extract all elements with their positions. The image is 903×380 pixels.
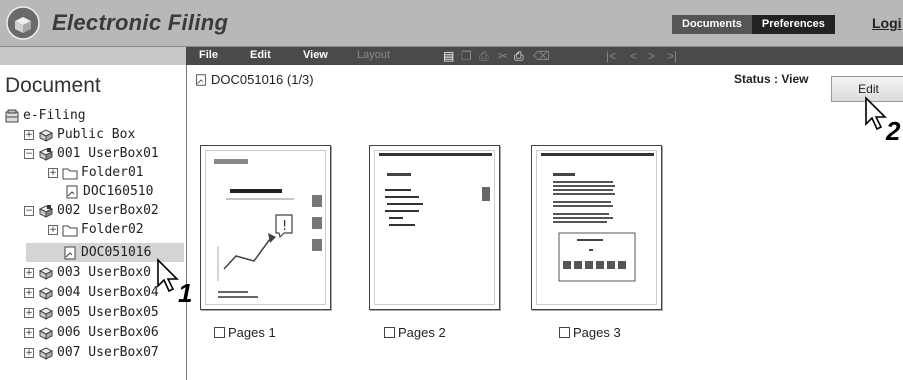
tab-documents[interactable]: Documents <box>672 15 752 34</box>
collapse-icon[interactable]: − <box>24 148 34 159</box>
tree-root-efiling[interactable]: e-Filing <box>4 106 86 125</box>
page-content <box>374 150 495 305</box>
tree-item-userbox02[interactable]: − 002 UserBox02 <box>24 201 159 220</box>
expand-icon[interactable]: + <box>24 129 34 140</box>
menu-file[interactable]: File <box>199 49 218 61</box>
callout-step-1: 1 <box>178 278 193 308</box>
tree-label: DOC051016 <box>81 245 152 260</box>
tree-item-userbox04[interactable]: + 004 UserBox04 <box>24 283 159 302</box>
page-thumbnail-3[interactable] <box>531 145 662 310</box>
sidebar-title: Document <box>5 74 101 97</box>
prev-page-button[interactable]: < <box>630 49 637 63</box>
document-title: DOC051016 (1/3) <box>211 72 314 87</box>
tree-item-folder02[interactable]: + Folder02 <box>48 220 144 239</box>
tree-label: Public Box <box>57 127 136 142</box>
userbox-icon <box>38 147 54 161</box>
page-3-preview <box>541 153 654 282</box>
toolbar: File Edit View Layout ▤ ❐ ⎙ ✂ ⎙ ⌫ |< < >… <box>0 47 903 65</box>
collapse-icon[interactable]: − <box>24 205 34 216</box>
document-icon <box>64 246 76 259</box>
paste-icon[interactable]: ⎙ <box>514 49 524 63</box>
tree-label: Folder02 <box>81 222 144 237</box>
expand-icon[interactable]: + <box>24 267 34 278</box>
page-content <box>536 150 657 305</box>
document-header: DOC051016 (1/3) <box>194 72 314 87</box>
toolbar-spacer <box>0 47 186 65</box>
copy-icon[interactable]: ❐ <box>461 49 472 63</box>
page-label-text: Pages 2 <box>398 325 446 340</box>
tree-label: 005 UserBox05 <box>57 305 159 320</box>
userbox-icon <box>38 266 54 280</box>
svg-text:!: ! <box>282 219 287 234</box>
next-page-button[interactable]: > <box>648 49 655 63</box>
tree-item-doc160510[interactable]: DOC160510 <box>64 182 153 201</box>
tree-label: 004 UserBox04 <box>57 285 159 300</box>
document-icon <box>66 185 78 198</box>
expand-icon[interactable]: + <box>24 347 34 358</box>
expand-icon[interactable]: + <box>24 327 34 338</box>
page-label-2[interactable]: Pages 2 <box>384 325 446 340</box>
page-checkbox[interactable] <box>559 327 570 338</box>
page-thumbnail-2[interactable] <box>369 145 500 310</box>
userbox-icon <box>38 204 54 218</box>
tree-label: 002 UserBox02 <box>57 203 159 218</box>
page-label-text: Pages 1 <box>228 325 276 340</box>
last-page-button[interactable]: >| <box>667 49 677 63</box>
app-title: Electronic Filing <box>52 10 229 35</box>
tree-label: 003 UserBox0 <box>57 265 151 280</box>
folder-icon <box>62 225 78 236</box>
status-text: Status : View <box>734 72 809 86</box>
tree-label: 001 UserBox01 <box>57 146 159 161</box>
tree-item-folder01[interactable]: + Folder01 <box>48 163 144 182</box>
expand-icon[interactable]: + <box>48 167 58 178</box>
header-tabs: Documents Preferences <box>672 15 835 34</box>
app-header: Electronic Filing Documents Preferences … <box>0 0 903 47</box>
tree-label: 006 UserBox06 <box>57 325 159 340</box>
menu-view[interactable]: View <box>303 49 328 61</box>
tree-label: e-Filing <box>23 108 86 123</box>
page-content: ! <box>205 150 326 305</box>
cut-icon[interactable]: ✂ <box>498 49 508 63</box>
sidebar-tree: Document e-Filing + Public Box − 001 Use… <box>0 65 187 380</box>
page-label-3[interactable]: Pages 3 <box>559 325 621 340</box>
document-viewer: DOC051016 (1/3) Status : View Edit ! Pag… <box>188 65 903 380</box>
tree-item-userbox06[interactable]: + 006 UserBox06 <box>24 323 159 342</box>
page-checkbox[interactable] <box>384 327 395 338</box>
tree-label: 007 UserBox07 <box>57 345 159 360</box>
userbox-icon <box>38 346 54 360</box>
page-label-text: Pages 3 <box>573 325 621 340</box>
tree-item-userbox05[interactable]: + 005 UserBox05 <box>24 303 159 322</box>
box-icon <box>38 128 54 142</box>
first-page-button[interactable]: |< <box>606 49 616 63</box>
document-icon <box>196 73 206 86</box>
tree-item-public-box[interactable]: + Public Box <box>24 125 135 144</box>
expand-icon[interactable]: + <box>48 224 58 235</box>
filing-box-logo-icon <box>6 6 40 40</box>
page-checkbox[interactable] <box>214 327 225 338</box>
userbox-icon <box>38 286 54 300</box>
userbox-icon <box>38 326 54 340</box>
tree-item-userbox07[interactable]: + 007 UserBox07 <box>24 343 159 362</box>
tree-item-userbox03[interactable]: + 003 UserBox0 <box>24 263 151 282</box>
page-2-preview <box>379 153 492 226</box>
folder-icon <box>62 168 78 179</box>
tab-preferences[interactable]: Preferences <box>751 15 835 34</box>
callout-step-2: 2 <box>886 116 901 146</box>
page-label-1[interactable]: Pages 1 <box>214 325 276 340</box>
cabinet-icon <box>5 109 19 122</box>
print-icon[interactable]: ⎙ <box>479 49 489 63</box>
tree-label: Folder01 <box>81 165 144 180</box>
page-thumbnail-1[interactable]: ! <box>200 145 331 310</box>
userbox-icon <box>38 306 54 320</box>
expand-icon[interactable]: + <box>24 287 34 298</box>
menu-layout[interactable]: Layout <box>357 49 390 61</box>
expand-icon[interactable]: + <box>24 307 34 318</box>
page-1-preview: ! <box>214 159 322 298</box>
display-icon[interactable]: ▤ <box>443 49 454 63</box>
login-link[interactable]: Logi <box>872 15 902 31</box>
menu-edit[interactable]: Edit <box>250 49 271 61</box>
delete-icon[interactable]: ⌫ <box>533 49 550 63</box>
tree-label: DOC160510 <box>83 184 154 199</box>
tree-item-userbox01[interactable]: − 001 UserBox01 <box>24 144 159 163</box>
